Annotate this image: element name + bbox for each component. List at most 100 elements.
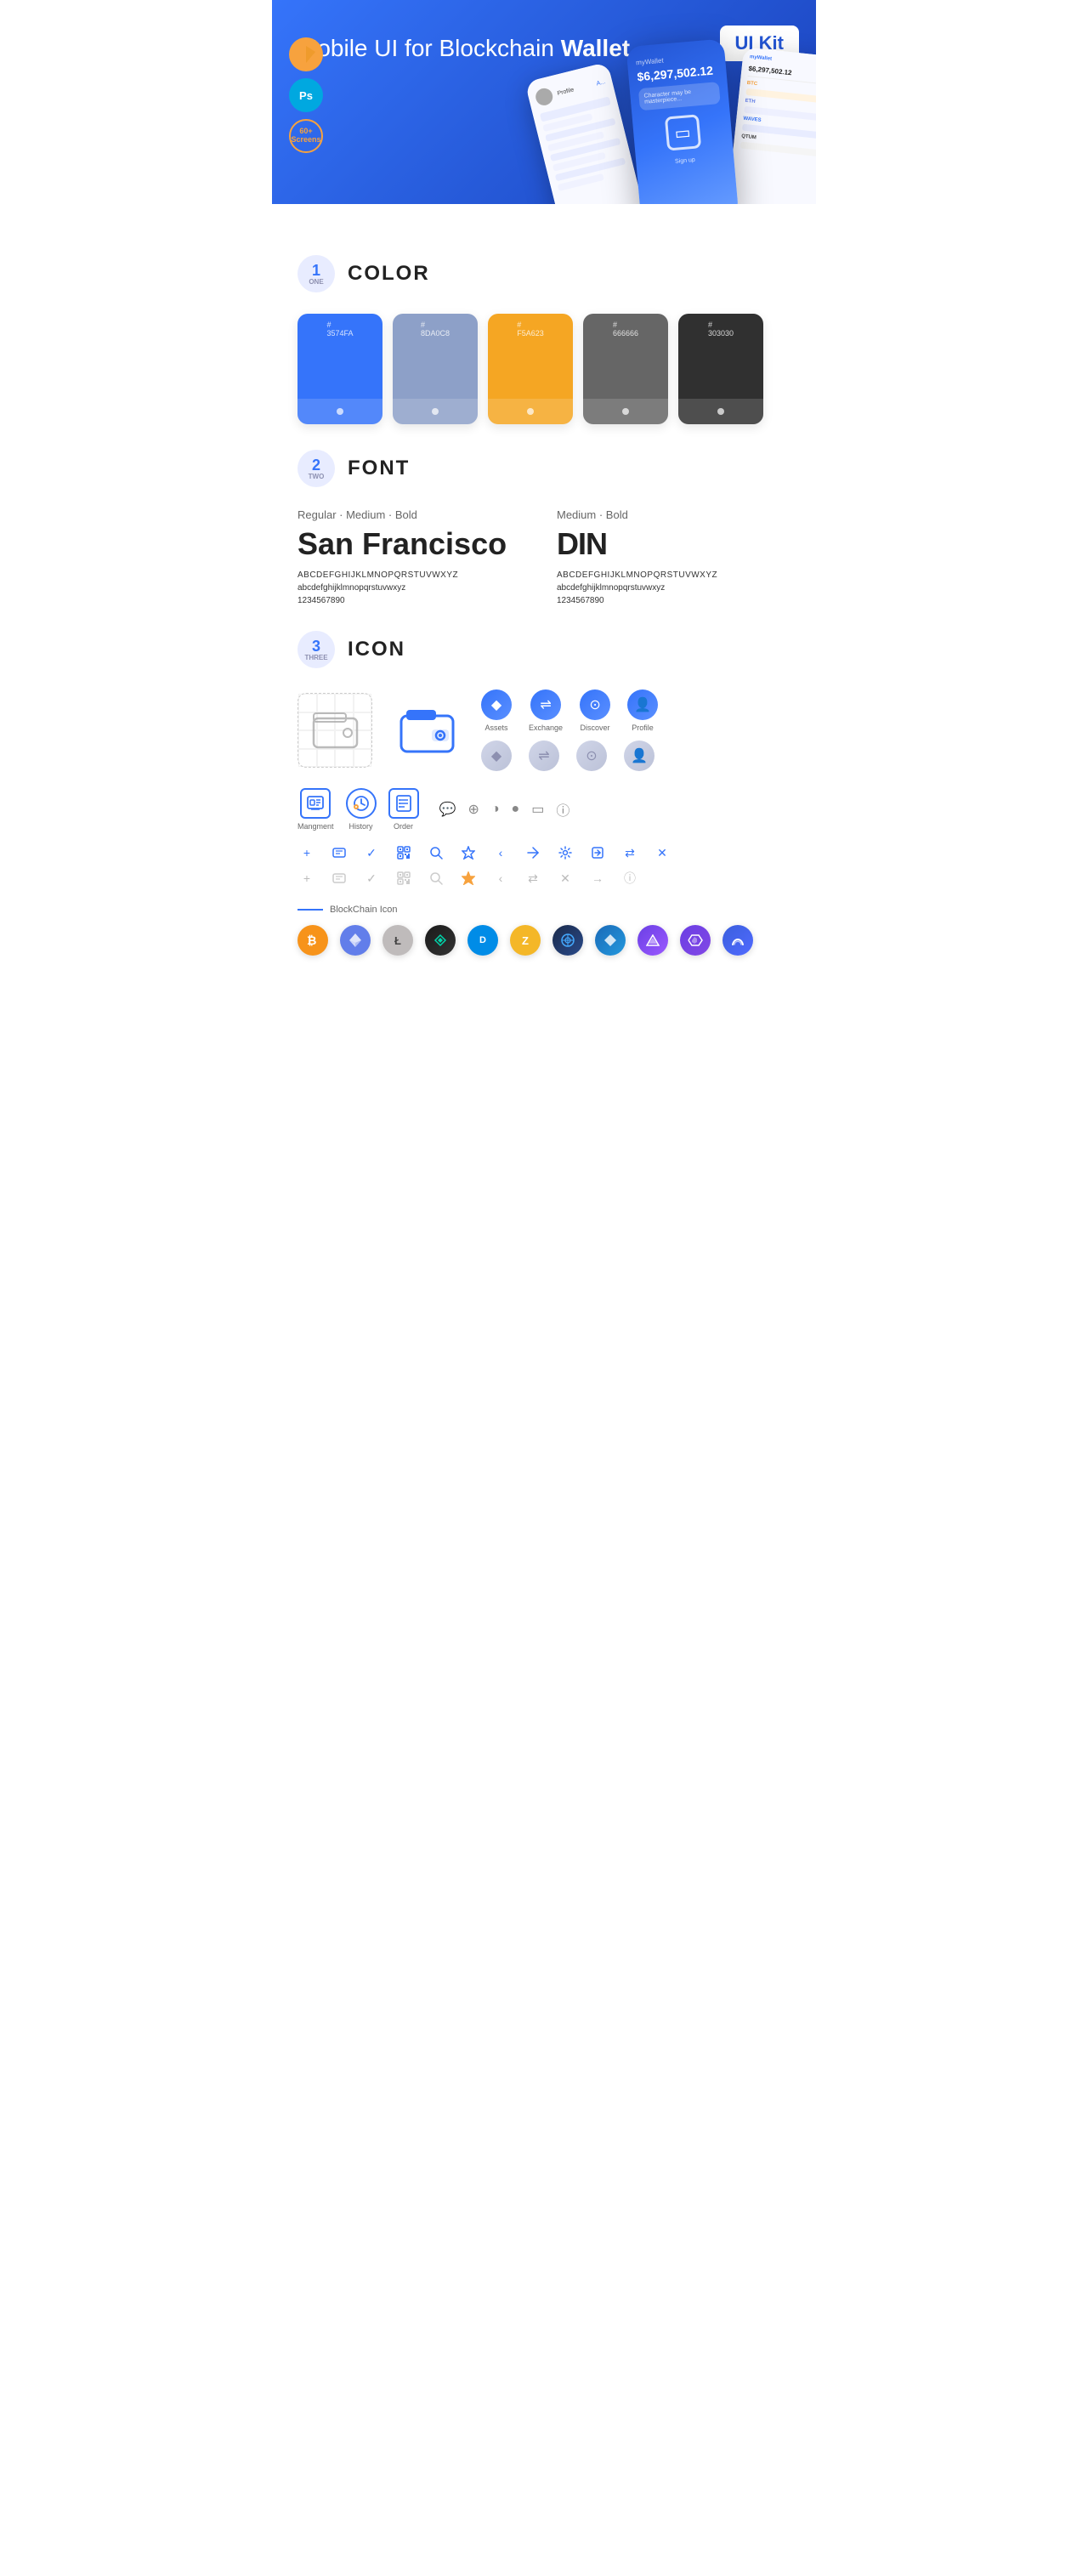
- color-swatches: #3574FA #8DA0C8 #F5A623 #666666 #303030: [298, 314, 790, 424]
- comment-icon: 💬: [439, 801, 456, 818]
- section-number-2: 2 TWO: [298, 450, 335, 487]
- discover-label: Discover: [581, 723, 610, 732]
- management-label: Mangment: [298, 822, 334, 831]
- dash-icon: D: [468, 925, 498, 956]
- share-icon: [524, 843, 542, 862]
- circle-icon: ●: [512, 802, 520, 817]
- star-icon: [459, 843, 478, 862]
- nav-icons-row2: ◆ ⇌ ⊙ 👤: [481, 740, 658, 771]
- moon-icon: ◑: [491, 802, 500, 817]
- svg-text:₿: ₿: [307, 933, 316, 947]
- swatch-gray: #666666: [583, 314, 668, 424]
- discover-icon-gray: ⊙: [576, 740, 607, 771]
- cross-icon-gray: ✕: [556, 869, 575, 888]
- profile-icon-gray: 👤: [624, 740, 654, 771]
- star-icon-orange: [459, 869, 478, 888]
- plus-icon: +: [298, 843, 316, 862]
- profile-icon-item: 👤 Profile: [627, 689, 658, 732]
- wallet-grid-box: [298, 693, 372, 768]
- phone-left: Profile A...: [524, 62, 646, 204]
- discover-icon: ⊙: [580, 689, 610, 720]
- exchange-icon-item: ⇌ Exchange: [529, 689, 563, 732]
- sketch-icon: [289, 37, 323, 71]
- zcash-icon: Z: [510, 925, 541, 956]
- color-section-header: 1 ONE COLOR: [298, 255, 790, 292]
- swap-icon: ⇄: [620, 843, 639, 862]
- blockchain-label: BlockChain Icon: [330, 905, 398, 915]
- wallet-blue-icon: [400, 707, 455, 754]
- exchange-icon-gray: ⇌: [529, 740, 559, 771]
- assets-icon: ◆: [481, 689, 512, 720]
- waves-icon: [425, 925, 456, 956]
- sf-numbers: 1234567890: [298, 596, 531, 605]
- history-icon: [346, 788, 377, 819]
- blockchain-line: [298, 909, 323, 911]
- qr-icon-gray: [394, 869, 413, 888]
- assets-icon-gray: ◆: [481, 740, 512, 771]
- search-icon-gray: [427, 869, 445, 888]
- hero-section: Mobile UI for Blockchain Wallet UI Kit P…: [272, 0, 816, 204]
- din-lowercase: abcdefghijklmnopqrstuvwxyz: [557, 583, 790, 593]
- phone-mid: myWallet $6,297,502.12 Character may be …: [626, 38, 740, 204]
- section-number-1: 1 ONE: [298, 255, 335, 292]
- band-icon: [722, 925, 753, 956]
- nav-icon: [638, 925, 668, 956]
- screens-badge: 60+Screens: [289, 119, 323, 153]
- hero-title-normal: Mobile UI for Blockchain: [298, 35, 561, 61]
- small-icons-row2: + ✓ ‹ ⇄ ✕ → ⓘ: [298, 869, 790, 888]
- layers-icon: ⊕: [468, 801, 479, 818]
- discover-icon-item: ⊙ Discover: [580, 689, 610, 732]
- grid-icon: [552, 925, 583, 956]
- color-title: COLOR: [348, 262, 430, 286]
- main-action-icons: Mangment History: [298, 788, 790, 831]
- ltc-icon: Ł: [382, 925, 413, 956]
- management-icon: [300, 788, 331, 819]
- main-content: 1 ONE COLOR #3574FA #8DA0C8 #F5A623 #666…: [272, 204, 816, 981]
- btc-icon: ₿: [298, 925, 328, 956]
- forward-icon-gray: →: [588, 869, 607, 888]
- profile-label: Profile: [632, 723, 654, 732]
- swatch-dark: #303030: [678, 314, 763, 424]
- misc-icons-group: 💬 ⊕ ◑ ● ▭ ⓘ: [439, 799, 570, 820]
- swatch-blue: #3574FA: [298, 314, 382, 424]
- check-icon-gray: ✓: [362, 869, 381, 888]
- order-icon-item: Order: [388, 788, 419, 831]
- wallet-icons-row: ◆ Assets ⇌ Exchange ⊙ Discover 👤 Profile…: [298, 689, 790, 771]
- icon-title: ICON: [348, 638, 405, 661]
- back-icon-gray: ‹: [491, 869, 510, 888]
- font-grid: Regular · Medium · Bold San Francisco AB…: [298, 508, 790, 605]
- assets-icon-item: ◆ Assets: [481, 689, 512, 732]
- wallet-blue-box: [389, 693, 464, 768]
- arrows-icon-gray: ⇄: [524, 869, 542, 888]
- sf-lowercase: abcdefghijklmnopqrstuvwxyz: [298, 583, 531, 593]
- chat-icon: ▭: [531, 801, 544, 818]
- din-uppercase: ABCDEFGHIJKLMNOPQRSTUVWXYZ: [557, 570, 790, 580]
- phone-mockups: Profile A... myWallet $6,297,502.12 Char…: [548, 38, 816, 204]
- blockchain-label-row: BlockChain Icon: [298, 905, 790, 915]
- profile-icon: 👤: [627, 689, 658, 720]
- ps-icon: Ps: [289, 78, 323, 112]
- font-section-header: 2 TWO FONT: [298, 450, 790, 487]
- edit-icon-gray: [330, 869, 348, 888]
- close-icon: ✕: [653, 843, 672, 862]
- order-icon: [388, 788, 419, 819]
- section-number-3: 3 THREE: [298, 631, 335, 668]
- swatch-gray-blue: #8DA0C8: [393, 314, 478, 424]
- search-icon: [427, 843, 445, 862]
- matic-icon: [680, 925, 711, 956]
- strat-icon: [595, 925, 626, 956]
- swatch-orange: #F5A623: [488, 314, 573, 424]
- info-icon: ⓘ: [556, 799, 570, 820]
- order-label: Order: [394, 822, 413, 831]
- edit-icon: [330, 843, 348, 862]
- back-icon: ‹: [491, 843, 510, 862]
- font-title: FONT: [348, 457, 410, 480]
- sf-uppercase: ABCDEFGHIJKLMNOPQRSTUVWXYZ: [298, 570, 531, 580]
- din-weights: Medium · Bold: [557, 508, 790, 521]
- exchange-icon: ⇌: [530, 689, 561, 720]
- exchange-label: Exchange: [529, 723, 563, 732]
- upload-icon: [588, 843, 607, 862]
- sf-name: San Francisco: [298, 526, 531, 562]
- nav-icons-row1: ◆ Assets ⇌ Exchange ⊙ Discover 👤 Profile: [481, 689, 658, 732]
- settings-icon: [556, 843, 575, 862]
